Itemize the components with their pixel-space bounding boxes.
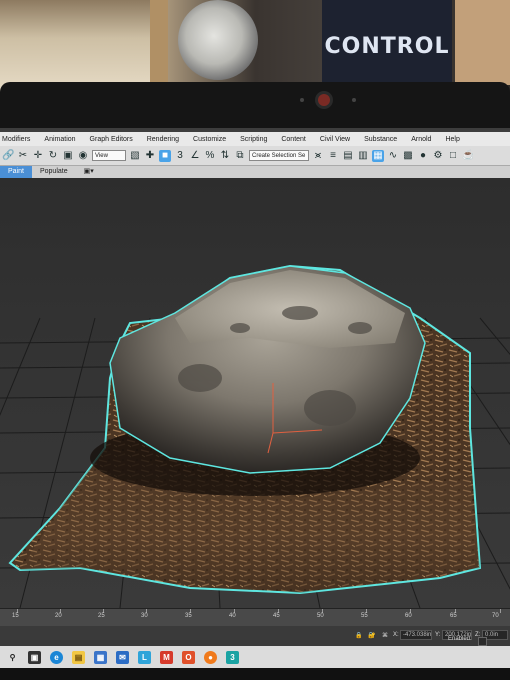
layer-explorer-icon[interactable]: ▤ — [342, 150, 354, 162]
sensor-dot — [352, 98, 356, 102]
x-label: X: — [393, 632, 399, 638]
enabled-label: Enabled: — [448, 636, 472, 642]
mail-icon[interactable]: ✉ — [116, 650, 129, 664]
shelf — [0, 0, 150, 95]
selection-set-dropdown[interactable]: Create Selection Se — [249, 150, 309, 161]
moon-poster — [178, 0, 258, 80]
pivot-icon[interactable]: ▧ — [129, 150, 141, 162]
y-label: Y: — [435, 632, 441, 638]
store-icon[interactable]: ▦ — [94, 650, 107, 664]
explorer-icon[interactable]: ▤ — [72, 650, 85, 664]
ruler-label: 15 — [12, 613, 19, 619]
firefox-icon[interactable]: ● — [204, 650, 217, 664]
menu-graph-editors[interactable]: Graph Editors — [83, 136, 140, 143]
menu-modifiers[interactable]: Modifiers — [0, 136, 37, 143]
enabled-checkbox[interactable] — [478, 637, 487, 646]
menu-animation[interactable]: Animation — [37, 136, 82, 143]
ruler-label: 45 — [273, 613, 280, 619]
unlink-icon[interactable]: ✂ — [17, 150, 29, 162]
ruler-label: 40 — [229, 613, 236, 619]
snap-3d-icon[interactable]: 3 — [174, 150, 186, 162]
monitor-bezel — [0, 82, 510, 130]
ruler-label: 60 — [405, 613, 412, 619]
taskview-icon[interactable]: ▣ — [28, 650, 41, 664]
menu-customize[interactable]: Customize — [186, 136, 233, 143]
wall-right — [455, 0, 510, 85]
ruler-label: 35 — [185, 613, 192, 619]
office-icon[interactable]: O — [182, 650, 195, 664]
move-icon[interactable]: ✛ — [32, 150, 44, 162]
ribbon-toggle-icon[interactable]: ▦ — [372, 149, 384, 162]
menu-scripting[interactable]: Scripting — [233, 136, 274, 143]
render-frame-icon[interactable]: □ — [447, 150, 459, 162]
ribbon-options-icon[interactable]: ▣▾ — [76, 166, 102, 178]
angle-snap-icon[interactable]: ∠ — [189, 150, 201, 162]
search-icon[interactable]: ⚲ — [6, 651, 19, 664]
mirror-icon[interactable]: ⪤ — [312, 150, 324, 162]
menu-substance[interactable]: Substance — [357, 136, 404, 143]
spinner-snap-icon[interactable]: ⇅ — [219, 150, 231, 162]
ruler-label: 25 — [98, 613, 105, 619]
render-icon[interactable]: ☕ — [462, 150, 474, 162]
curve-editor-icon[interactable]: ∿ — [387, 150, 399, 162]
x-coord-field[interactable]: -473.038in — [400, 630, 432, 640]
align-icon[interactable]: ≡ — [327, 150, 339, 162]
render-setup-icon[interactable]: ⚙ — [432, 150, 444, 162]
viewport-grid — [0, 264, 510, 608]
time-ruler[interactable]: 15 20 25 30 35 40 45 50 55 60 65 70 — [0, 608, 510, 627]
ruler-label: 70 — [492, 613, 499, 619]
reference-coord-dropdown[interactable]: View — [92, 150, 126, 161]
perspective-viewport[interactable] — [0, 178, 510, 608]
menu-arnold[interactable]: Arnold — [404, 136, 438, 143]
main-toolbar: 🔗 ✂ ✛ ↻ ▣ ◉ View ▧ ✚ ■ 3 ∠ % ⇅ ⧉ Create … — [0, 146, 510, 166]
taskbar: ⚲ ▣ e ▤ ▦ ✉ L M O ● 3 — [0, 646, 510, 668]
control-poster: CONTROL — [322, 0, 452, 85]
keyboard-shortcut-icon[interactable]: ■ — [159, 149, 171, 162]
tab-populate[interactable]: Populate — [32, 166, 76, 178]
select-manipulate-icon[interactable]: ✚ — [144, 150, 156, 162]
monitor-screen: Modifiers Animation Graph Editors Render… — [0, 128, 510, 668]
monitor-bottom-bezel — [0, 668, 510, 680]
schematic-view-icon[interactable]: ▩ — [402, 150, 414, 162]
menu-rendering[interactable]: Rendering — [140, 136, 186, 143]
lock-icon[interactable]: 🔐 — [368, 632, 375, 639]
tab-paint[interactable]: Paint — [0, 166, 32, 178]
menu-bar: Modifiers Animation Graph Editors Render… — [0, 132, 510, 146]
rotate-icon[interactable]: ↻ — [47, 150, 59, 162]
named-selection-icon[interactable]: ⧉ — [234, 150, 246, 162]
material-editor-icon[interactable]: ● — [417, 150, 429, 162]
scene-explorer-icon[interactable]: ▥ — [357, 150, 369, 162]
edge-icon[interactable]: e — [50, 650, 63, 664]
scale-icon[interactable]: ▣ — [62, 150, 74, 162]
wood-frame — [150, 0, 168, 85]
ribbon-tabs: Paint Populate ▣▾ — [0, 166, 510, 178]
poster-title: CONTROL — [324, 34, 450, 59]
link-icon[interactable]: 🔗 — [2, 150, 14, 162]
menu-civil-view[interactable]: Civil View — [313, 136, 357, 143]
ruler-label: 20 — [55, 613, 62, 619]
ruler-label: 65 — [450, 613, 457, 619]
webcam — [318, 94, 330, 106]
absolute-mode-icon[interactable]: ⌘ — [382, 632, 388, 639]
sensor-dot — [300, 98, 304, 102]
menu-content[interactable]: Content — [274, 136, 313, 143]
status-bar: 🔒 🔐 ⌘ X: -473.038in Y: 200.172in Z: 0.0i… — [0, 626, 510, 646]
selection-lock-icon[interactable]: 🔒 — [355, 632, 362, 639]
ruler-label: 30 — [141, 613, 148, 619]
menu-help[interactable]: Help — [438, 136, 466, 143]
percent-snap-icon[interactable]: % — [204, 150, 216, 162]
l-app-icon[interactable]: L — [138, 650, 151, 664]
poster-subtitle — [322, 61, 452, 67]
poster-top-text — [322, 4, 452, 10]
place-icon[interactable]: ◉ — [77, 150, 89, 162]
ruler-label: 55 — [361, 613, 368, 619]
3dsmax-icon[interactable]: 3 — [226, 650, 239, 664]
mcafee-icon[interactable]: M — [160, 650, 173, 664]
room-background: CONTROL — [0, 0, 510, 95]
ruler-label: 50 — [317, 613, 324, 619]
